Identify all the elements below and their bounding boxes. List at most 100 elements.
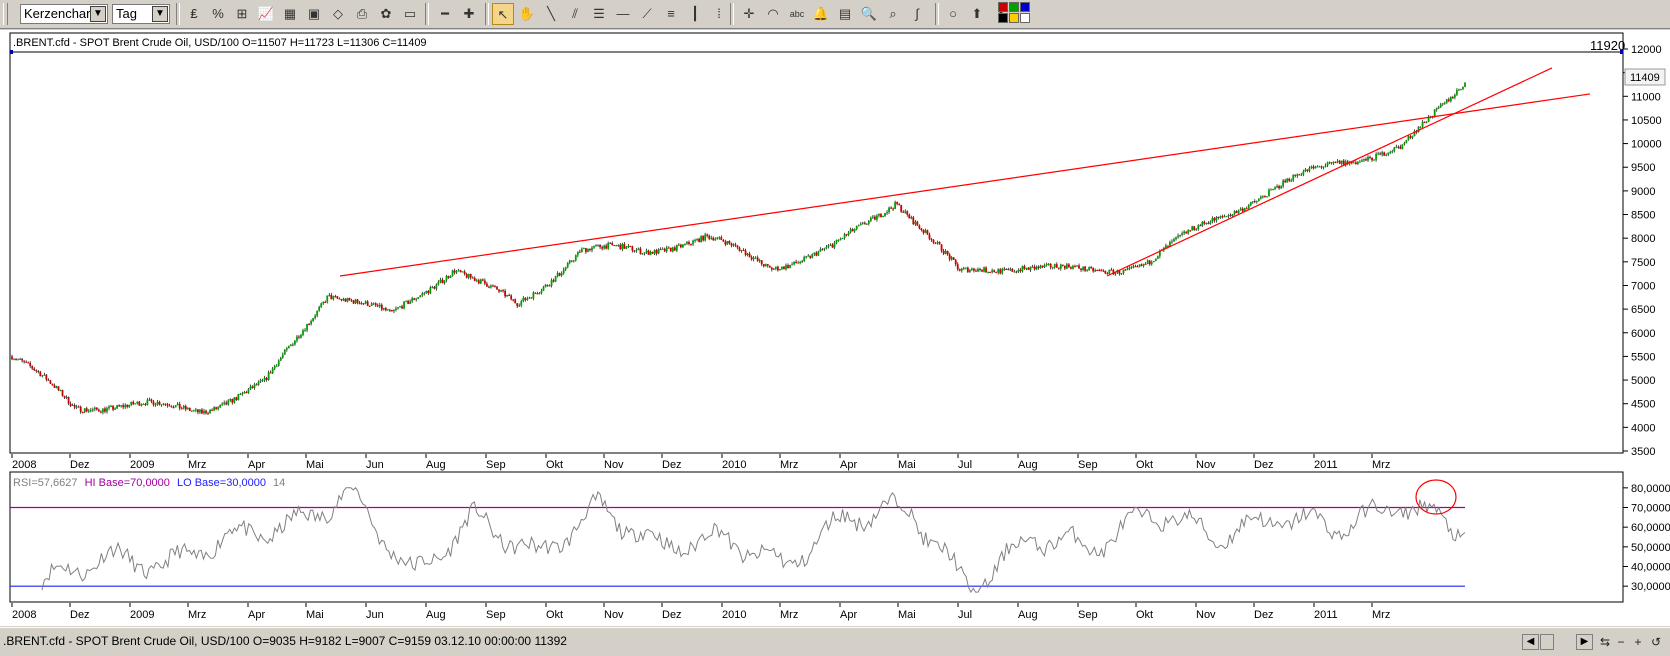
candle-icon[interactable]: ┃ — [684, 3, 706, 25]
zoom-in-icon[interactable]: + — [1630, 634, 1646, 650]
y-tick-label: 11000 — [1631, 91, 1661, 103]
candle-body — [350, 300, 353, 302]
arrow-up-icon[interactable]: ⬆ — [966, 3, 988, 25]
candle-body — [1065, 264, 1068, 269]
candle-body — [1262, 196, 1264, 198]
table-icon[interactable]: ▦ — [279, 3, 301, 25]
wave-icon[interactable]: ∫ — [906, 3, 928, 25]
eraser-icon[interactable]: ◇ — [327, 3, 349, 25]
candle-body — [813, 252, 816, 254]
monitor-icon[interactable]: ▭ — [399, 3, 421, 25]
percent-icon[interactable]: % — [207, 3, 229, 25]
zoom-box-icon[interactable]: ⌕ — [882, 3, 904, 25]
color-swatch[interactable] — [1020, 2, 1030, 12]
candle-body — [1330, 162, 1333, 164]
candle-body — [847, 232, 850, 235]
candle-body — [700, 235, 703, 243]
candle-body — [1138, 264, 1141, 267]
candle-body — [787, 265, 789, 269]
candle-body — [1084, 266, 1086, 271]
chart-type-select[interactable]: Kerzenchart ▼ — [20, 4, 108, 24]
candle-body — [659, 249, 662, 251]
candle-body — [880, 213, 882, 218]
candle-body — [1110, 269, 1113, 271]
candle-body — [744, 250, 747, 256]
candle-body — [639, 248, 642, 255]
arc-icon[interactable]: ◠ — [762, 3, 784, 25]
grid-settings-icon[interactable]: ⊞ — [231, 3, 253, 25]
printer-icon[interactable]: ⎙ — [351, 3, 373, 25]
candle-body — [239, 393, 242, 395]
plus-icon[interactable]: ✚ — [458, 3, 480, 25]
candle-body — [807, 255, 810, 257]
candle-body — [330, 294, 333, 300]
currency-icon[interactable]: ₤ — [183, 3, 205, 25]
palette-icon[interactable]: ✿ — [375, 3, 397, 25]
zoom-icon[interactable]: 🔍 — [858, 3, 880, 25]
candle-body — [492, 285, 494, 287]
x-tick-label: Dez — [70, 459, 90, 471]
candle-body — [1033, 266, 1036, 270]
candle-body — [152, 401, 155, 405]
candle-body — [1359, 161, 1361, 163]
candle-body — [882, 216, 884, 218]
toolbar-grip[interactable] — [3, 3, 8, 25]
candle-body — [914, 221, 917, 225]
chart-icon[interactable]: 📈 — [255, 3, 277, 25]
color-swatch[interactable] — [1009, 13, 1019, 23]
color-swatches[interactable] — [998, 2, 1036, 24]
color-lines-icon[interactable]: ≡ — [660, 3, 682, 25]
arrows-icon[interactable]: ⇆ — [1597, 634, 1613, 650]
candle-body — [51, 383, 54, 386]
candle-body — [362, 303, 365, 305]
candle-body — [706, 234, 709, 236]
color-swatch[interactable] — [998, 13, 1008, 23]
scroll-left-button[interactable]: ◀ — [1522, 634, 1539, 650]
bell-icon[interactable]: 🔔 — [810, 3, 832, 25]
chevron-down-icon[interactable]: ▼ — [152, 6, 168, 22]
picture-icon[interactable]: ▣ — [303, 3, 325, 25]
candle-body — [981, 270, 983, 272]
candle-body — [166, 404, 169, 406]
dotted-grid-icon[interactable]: ⁞ — [708, 3, 730, 25]
fan-icon[interactable]: ⟋ — [636, 3, 658, 25]
scroll-right-button[interactable]: ▶ — [1576, 634, 1593, 650]
hand-icon[interactable]: ✋ — [516, 3, 538, 25]
period-select[interactable]: Tag ▼ — [112, 4, 170, 24]
candle-body — [439, 279, 442, 282]
rsi-y-tick-label: 70,0000 — [1631, 503, 1670, 515]
y-tick-label: 4000 — [1631, 422, 1655, 434]
candle-body — [1179, 234, 1181, 236]
color-swatch[interactable] — [1020, 13, 1030, 23]
line-icon[interactable]: ╲ — [540, 3, 562, 25]
candle-body — [1449, 97, 1452, 102]
crosshair-icon[interactable]: ✛ — [738, 3, 760, 25]
fibonacci-icon[interactable]: ☰ — [588, 3, 610, 25]
range-handle-left[interactable] — [10, 50, 13, 54]
candle-body — [1342, 160, 1345, 165]
candle-body — [457, 270, 460, 272]
candle-body — [589, 248, 591, 251]
minus-icon[interactable]: ━ — [434, 3, 456, 25]
parallel-lines-icon[interactable]: ⫽ — [564, 3, 586, 25]
x-tick-label: Mai — [306, 609, 324, 621]
calculator-icon[interactable]: ▤ — [834, 3, 856, 25]
chevron-down-icon[interactable]: ▼ — [90, 6, 106, 22]
scroll-thumb[interactable] — [1540, 634, 1554, 650]
candle-body — [1057, 267, 1060, 269]
circle-icon[interactable]: ○ — [942, 3, 964, 25]
zoom-out-icon[interactable]: − — [1613, 634, 1629, 650]
candle-body — [67, 396, 70, 404]
color-swatch[interactable] — [1009, 2, 1019, 12]
candle-body — [522, 297, 525, 302]
candle-body — [39, 371, 42, 377]
hline-icon[interactable]: — — [612, 3, 634, 25]
candle-body — [964, 267, 967, 269]
candle-body — [110, 405, 112, 407]
text-tool-icon[interactable]: abc — [786, 3, 808, 25]
pointer-icon[interactable]: ↖ — [492, 3, 514, 25]
candle-body — [1284, 180, 1287, 183]
reset-icon[interactable]: ↺ — [1648, 634, 1664, 650]
color-swatch[interactable] — [998, 2, 1008, 12]
candle-body — [1078, 265, 1080, 269]
